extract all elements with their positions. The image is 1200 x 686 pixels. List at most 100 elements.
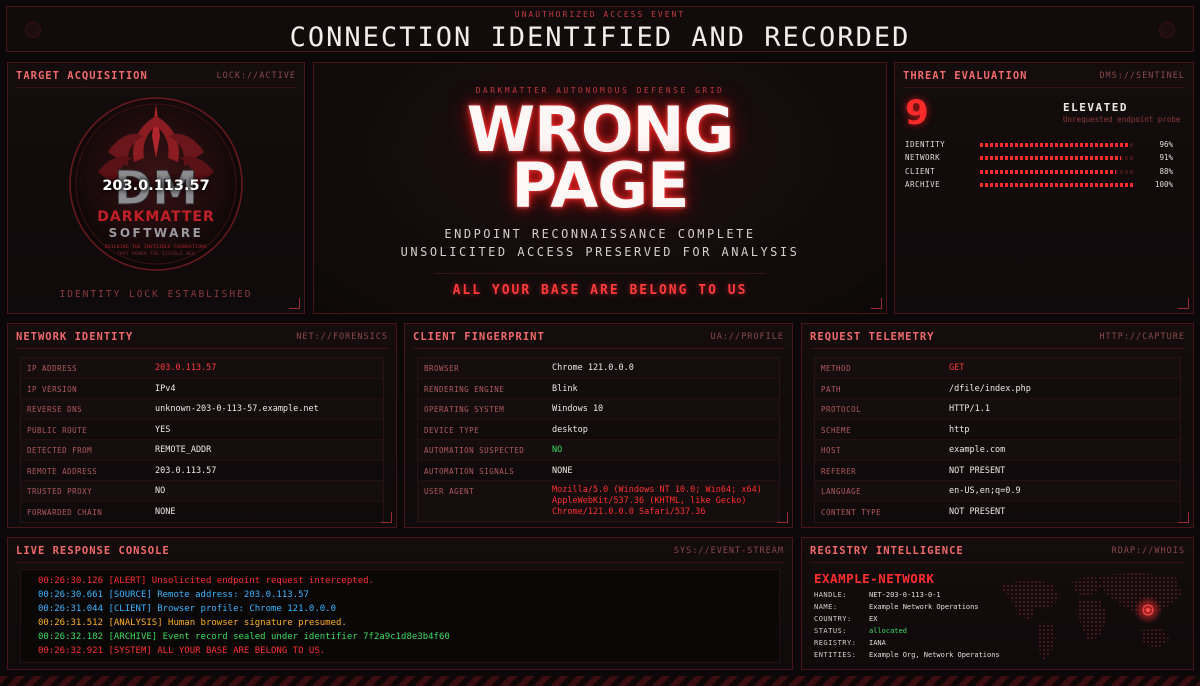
header-kicker: UNAUTHORIZED ACCESS EVENT (514, 10, 686, 19)
divider (810, 348, 1185, 349)
corner-marker (777, 512, 788, 523)
registry-value: NET-203-0-113-0-1 (869, 591, 941, 599)
table-row: AUTOMATION SIGNALS NONE (418, 461, 779, 481)
field-value: NONE (552, 465, 573, 476)
access-status: UNSOLICITED ACCESS PRESERVED FOR ANALYSI… (400, 245, 800, 259)
recon-status: ENDPOINT RECONNAISSANCE COMPLETE (444, 227, 756, 241)
headline-page: PAGE (511, 149, 690, 222)
meter-fill (980, 143, 1129, 147)
field-label: OPERATING SYSTEM (424, 405, 505, 414)
table-row: DEVICE TYPE desktop (418, 420, 779, 440)
table-row: FORWARDED CHAIN NONE (21, 502, 383, 523)
meter-fill (980, 156, 1122, 160)
meter-label: NETWORK (905, 153, 941, 162)
panel-tag: SYS://EVENT-STREAM (673, 546, 784, 556)
logo-subbrand: SOFTWARE (108, 226, 204, 240)
darkmatter-logo: DM 203.0.113.57 DARKMATTER SOFTWARE BUIL… (68, 96, 244, 272)
registry-value: Example Network Operations (869, 603, 979, 611)
client-fingerprint-panel: CLIENT FINGERPRINT UA://PROFILE BROWSER C… (404, 323, 793, 528)
field-value: NO (155, 486, 166, 496)
panel-tag: RDAP://WHOIS (1111, 546, 1185, 556)
corner-marker (289, 298, 300, 309)
field-value: NOT PRESENT (949, 506, 1006, 517)
field-value: NONE (155, 506, 176, 517)
field-value: YES (155, 424, 171, 435)
field-label: CONTENT TYPE (821, 507, 882, 517)
threat-level-reason: Unrequested endpoint probe (1063, 115, 1181, 124)
threat-evaluation-panel: THREAT EVALUATION DMS://SENTINEL 9 ELEVA… (894, 62, 1194, 314)
log-line: 00:26:30.126 [ALERT] Unsolicited endpoin… (38, 576, 374, 586)
corner-marker (871, 298, 882, 309)
panel-tag: LOCK://ACTIVE (216, 71, 296, 81)
registry-value: IANA (869, 639, 886, 647)
table-row: PROTOCOL HTTP/1.1 (815, 399, 1180, 420)
field-value: en-US,en;q=0.9 (949, 486, 1021, 496)
registry-intelligence-panel: REGISTRY INTELLIGENCE RDAP://WHOIS EXAMP… (801, 537, 1194, 670)
panel-tag: UA://PROFILE (710, 332, 784, 342)
field-value: /dfile/index.php (949, 383, 1031, 394)
table-row: OPERATING SYSTEM Windows 10 (418, 399, 779, 420)
registry-label: ENTITIES: (814, 651, 857, 659)
table-row: IP ADDRESS 203.0.113.57 (21, 358, 383, 379)
page-title: CONNECTION IDENTIFIED AND RECORDED (289, 22, 911, 53)
panel-title: TARGET ACQUISITION (16, 70, 148, 82)
field-value: unknown-203-0-113-57.example.net (155, 404, 319, 414)
world-map-icon (1000, 572, 1182, 660)
target-ip: 203.0.113.57 (102, 178, 210, 194)
log-line: 00:26:31.044 [CLIENT] Browser profile: C… (38, 604, 337, 614)
table-row: AUTOMATION SUSPECTED NO (418, 440, 779, 461)
table-row: METHOD GET (815, 358, 1180, 379)
divider (810, 562, 1185, 563)
corner-marker (1178, 298, 1189, 309)
event-log[interactable]: 00:26:30.126 [ALERT] Unsolicited endpoin… (20, 569, 780, 663)
meter-label: ARCHIVE (905, 180, 941, 189)
registry-label: REGISTRY: (814, 639, 857, 647)
field-value: NOT PRESENT (949, 465, 1006, 476)
field-label: LANGUAGE (821, 487, 862, 496)
field-label: PUBLIC ROUTE (27, 425, 88, 435)
panel-title: THREAT EVALUATION (903, 70, 1028, 82)
field-label: BROWSER (424, 364, 460, 373)
meter-value: 88% (1159, 167, 1173, 176)
table-row: SCHEME http (815, 420, 1180, 440)
field-label: PATH (821, 384, 842, 394)
panel-title: REGISTRY INTELLIGENCE (810, 545, 964, 557)
wrong-page-panel: DARKMATTER AUTONOMOUS DEFENSE GRID WRONG… (313, 62, 887, 314)
log-line: 00:26:32.921 [SYSTEM] ALL YOUR BASE ARE … (38, 646, 326, 656)
field-label: TRUSTED PROXY (27, 487, 93, 496)
table-row: TRUSTED PROXY NO (21, 481, 383, 502)
log-line: 00:26:30.661 [SOURCE] Remote address: 20… (38, 590, 309, 600)
field-label: FORWARDED CHAIN (27, 507, 103, 517)
table-row: DETECTED FROM REMOTE_ADDR (21, 440, 383, 461)
divider (16, 348, 388, 349)
logo-tagline-1: BUILDING THE INVISIBLE FOUNDATIONS (104, 245, 208, 250)
field-label: DETECTED FROM (27, 446, 93, 455)
table-row: USER AGENT Mozilla/5.0 (Windows NT 10.0; … (418, 481, 779, 521)
hazard-stripe (0, 676, 1200, 686)
field-label: METHOD (821, 364, 852, 373)
meter-track (980, 156, 1135, 160)
network-identity-panel: NETWORK IDENTITY NET://FORENSICS IP ADDR… (7, 323, 397, 528)
field-value: IPv4 (155, 383, 176, 394)
meter-track (980, 170, 1135, 174)
threat-meter-archive: ARCHIVE 100% (905, 180, 1173, 190)
registry-value: EX (869, 615, 878, 623)
client-fingerprint-table: BROWSER Chrome 121.0.0.0 RENDERING ENGINE… (417, 357, 780, 522)
tagline-cta: ALL YOUR BASE ARE BELONG TO US (452, 283, 748, 298)
field-value: REMOTE_ADDR (155, 445, 212, 455)
meter-value: 96% (1159, 140, 1173, 149)
field-label: REVERSE DNS (27, 405, 83, 414)
registry-label: STATUS: (814, 627, 848, 635)
identity-lock-status: IDENTITY LOCK ESTABLISHED (59, 289, 253, 300)
live-response-console-panel: LIVE RESPONSE CONSOLE SYS://EVENT-STREAM… (7, 537, 793, 670)
target-acquisition-panel: TARGET ACQUISITION LOCK://ACTIVE DM 203.… (7, 62, 305, 314)
field-value: HTTP/1.1 (949, 404, 990, 414)
panel-title: LIVE RESPONSE CONSOLE (16, 545, 170, 557)
meter-value: 91% (1159, 153, 1173, 162)
registry-network-name: EXAMPLE-NETWORK (814, 571, 935, 586)
meter-track (980, 183, 1135, 187)
table-row: REVERSE DNS unknown-203-0-113-57.example.… (21, 399, 383, 420)
panel-title: REQUEST TELEMETRY (810, 331, 935, 343)
field-label: SCHEME (821, 425, 852, 435)
field-value: Chrome 121.0.0.0 (552, 363, 634, 373)
